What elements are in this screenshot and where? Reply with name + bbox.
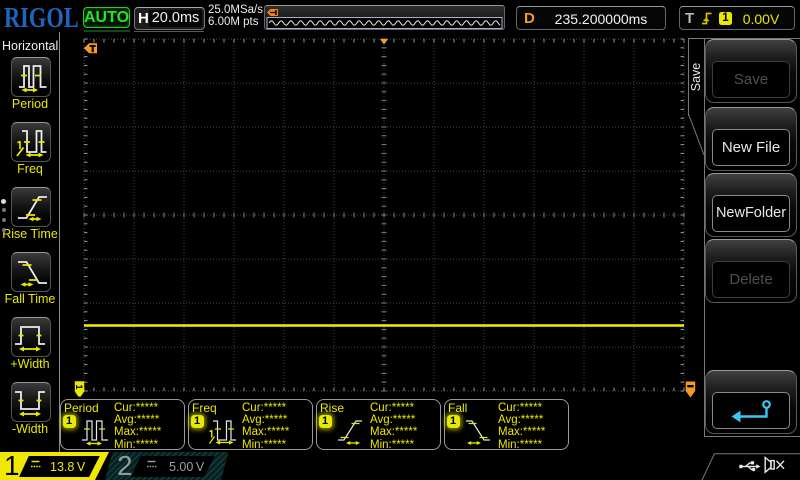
svg-text:1: 1 [74, 384, 84, 389]
